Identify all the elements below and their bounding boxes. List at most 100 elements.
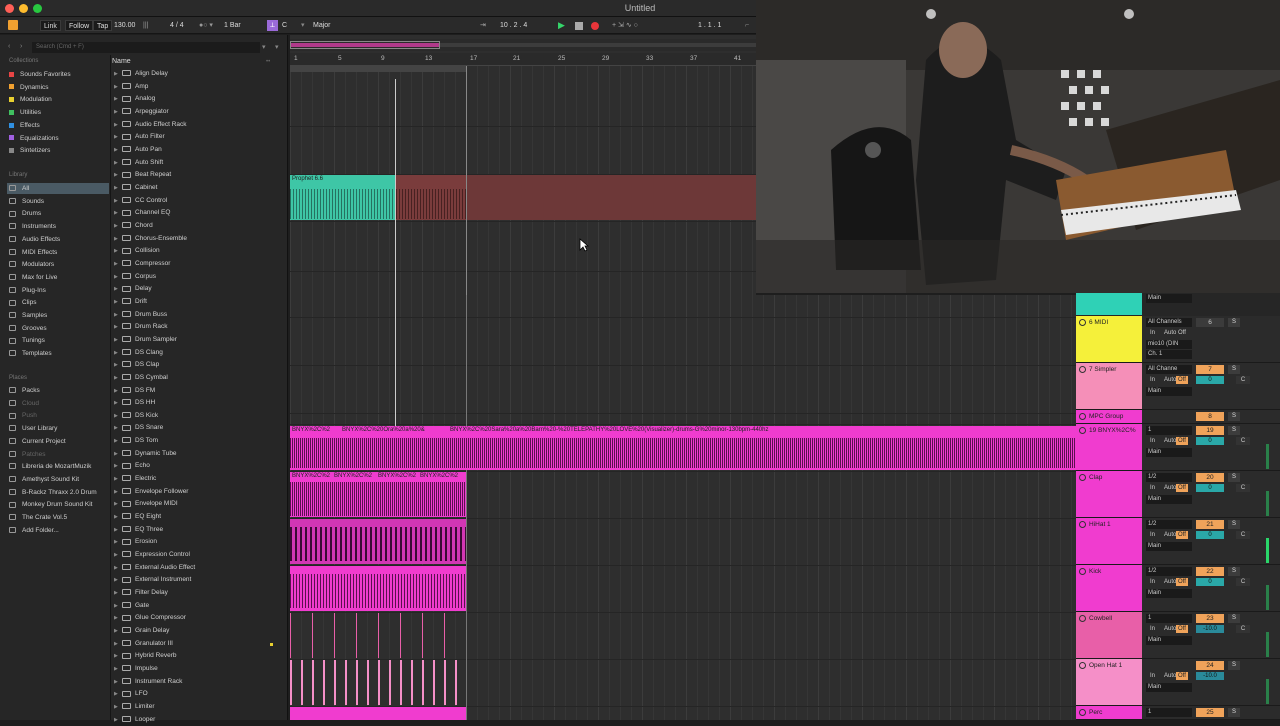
track-fold-icon[interactable] [1079,413,1086,420]
follow-arrow-icon[interactable]: ⇥ [480,20,486,31]
pan-field[interactable]: C [1236,625,1250,633]
browser-item[interactable]: ▶ Hybrid Reverb [114,650,284,662]
monitor-in-button[interactable]: In [1148,376,1157,384]
track-number-button[interactable]: 24 [1196,661,1224,670]
link-button[interactable]: Link [40,20,61,31]
track-fold-icon[interactable] [1079,366,1086,373]
track-header[interactable]: 19 BNYX%2C% [1076,424,1142,471]
track-header[interactable]: 6 MIDI [1076,316,1142,363]
browser-item[interactable]: ▶ Compressor [114,258,284,270]
place-item[interactable]: Libreria de MozartMuzik [9,461,109,472]
output-select[interactable]: Main [1146,636,1192,645]
expand-arrow-icon[interactable]: ▶ [114,397,122,409]
monitor-in-button[interactable]: In [1148,437,1157,445]
collection-item[interactable]: Dynamics [9,82,109,93]
expand-arrow-icon[interactable]: ▶ [114,93,122,105]
expand-arrow-icon[interactable]: ▶ [114,650,122,662]
expand-arrow-icon[interactable]: ▶ [114,549,122,561]
expand-arrow-icon[interactable]: ▶ [114,359,122,371]
input-channel-select[interactable]: 1/2 [1146,567,1192,576]
punch-icon[interactable]: ⌐ [745,20,749,31]
browser-item[interactable]: ▶ DS Cymbal [114,372,284,384]
browser-item[interactable]: ▶ Echo [114,460,284,472]
expand-arrow-icon[interactable]: ▶ [114,207,122,219]
monitor-off-button[interactable]: Off [1176,484,1188,492]
browser-item[interactable]: ▶ Electric [114,473,284,485]
arrangement-view[interactable]: 1 5 9 13 17 21 25 29 33 37 41 Prophet 6.6 [290,35,756,295]
browser-item[interactable]: ▶ Dynamic Tube [114,448,284,460]
record-button[interactable] [591,22,599,30]
volume-field[interactable]: -10.0 [1196,672,1224,680]
track-number-button[interactable]: 25 [1196,708,1224,717]
prophet-clip-recording[interactable] [396,175,466,220]
quantize-select[interactable]: 1 Bar [224,20,241,31]
expand-arrow-icon[interactable]: ▶ [114,663,122,675]
track-number-button[interactable]: 23 [1196,614,1224,623]
expand-arrow-icon[interactable]: ▶ [114,169,122,181]
zoom-window-button[interactable] [33,4,42,13]
expand-arrow-icon[interactable]: ▶ [114,321,122,333]
back-arrow-icon[interactable]: ‹ [8,43,10,50]
browser-item[interactable]: ▶ Align Delay [114,68,284,80]
library-item[interactable]: Sounds [9,196,109,207]
solo-button[interactable]: S [1228,426,1240,435]
expand-arrow-icon[interactable]: ▶ [114,233,122,245]
library-item[interactable]: Grooves [9,323,109,334]
expand-arrow-icon[interactable]: ▶ [114,701,122,713]
expand-arrow-icon[interactable]: ▶ [114,296,122,308]
browser-item[interactable]: ▶ Drum Sampler [114,334,284,346]
track-header[interactable]: Clap [1076,471,1142,518]
expand-arrow-icon[interactable]: ▶ [114,498,122,510]
pan-field[interactable]: C [1236,531,1250,539]
hihat-clip[interactable] [290,519,466,564]
midi-channel-select[interactable]: Ch. 1 [1146,350,1192,359]
browser-item[interactable]: ▶ Channel EQ [114,207,284,219]
expand-arrow-icon[interactable]: ▶ [114,562,122,574]
expand-arrow-icon[interactable]: ▶ [114,574,122,586]
input-channel-select[interactable]: 1 [1146,426,1192,435]
browser-item[interactable]: ▶ Cabinet [114,182,284,194]
library-item[interactable]: MIDI Effects [9,247,109,258]
browser-item[interactable]: ▶ Gate [114,600,284,612]
browser-item[interactable]: ▶ Delay [114,283,284,295]
arrangement-view-lower[interactable]: BNYX%2C%2 BNYX%2C%20Ora%20a%20& BNYX%2C%… [290,295,1076,720]
browser-item[interactable]: ▶ Drift [114,296,284,308]
browser-item[interactable]: ▶ Expression Control [114,549,284,561]
output-select[interactable]: Main [1146,387,1192,396]
expand-arrow-icon[interactable]: ▶ [114,68,122,80]
expand-arrow-icon[interactable]: ▶ [114,524,122,536]
expand-arrow-icon[interactable]: ▶ [114,511,122,523]
monitor-off-button[interactable]: Off [1176,625,1188,633]
track-header[interactable]: 7 Simpler [1076,363,1142,410]
track-header[interactable]: MPC Group [1076,410,1142,424]
input-channel-select[interactable]: 1/2 [1146,520,1192,529]
browser-item[interactable]: ▶ Granulator III [114,638,284,650]
track-number-button[interactable]: 19 [1196,426,1224,435]
browser-item[interactable]: ▶ DS Clap [114,359,284,371]
browser-item[interactable]: ▶ Envelope MIDI [114,498,284,510]
volume-field[interactable]: 0 [1196,578,1224,586]
track-fold-icon[interactable] [1079,568,1086,575]
browser-item[interactable]: ▶ DS HH [114,397,284,409]
place-item[interactable]: B-Rackz Thraxx 2.0 Drum [9,487,109,498]
expand-arrow-icon[interactable]: ▶ [114,81,122,93]
browser-item[interactable]: ▶ Limiter [114,701,284,713]
browser-toggle-icon[interactable] [8,20,18,30]
library-item[interactable]: Modulators [9,259,109,270]
place-item[interactable]: The Crate Vol.5 [9,512,109,523]
input-channel-select[interactable]: All Channels [1146,318,1192,327]
expand-arrow-icon[interactable]: ▶ [114,372,122,384]
place-item[interactable]: Patches [9,449,109,460]
solo-button[interactable]: S [1228,614,1240,623]
solo-button[interactable]: S [1228,412,1240,421]
arrangement-position[interactable]: 10 . 2 . 4 [500,20,527,31]
browser-item[interactable]: ▶ Audio Effect Rack [114,119,284,131]
place-item[interactable]: Add Folder... [9,525,109,536]
library-item[interactable]: Plug-Ins [9,285,109,296]
loop-brace[interactable] [290,66,466,72]
expand-arrow-icon[interactable]: ▶ [114,131,122,143]
pan-field[interactable]: C [1236,437,1250,445]
expand-arrow-icon[interactable]: ▶ [114,410,122,422]
solo-button[interactable]: S [1228,708,1240,717]
expand-arrow-icon[interactable]: ▶ [114,245,122,257]
